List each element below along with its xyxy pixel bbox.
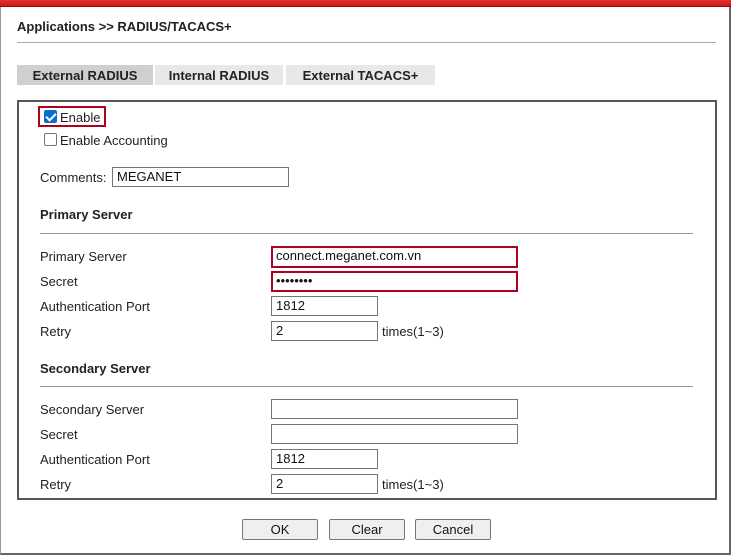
secondary-retry-label: Retry (40, 477, 72, 492)
secondary-server-section-title: Secondary Server (40, 361, 151, 376)
breadcrumb: Applications >> RADIUS/TACACS+ (17, 19, 232, 34)
secondary-secret-label: Secret (40, 427, 78, 442)
enable-accounting-checkbox[interactable] (44, 133, 57, 146)
comments-label: Comments: (40, 170, 107, 185)
primary-retry-label: Retry (40, 324, 72, 339)
top-accent-bar (0, 0, 731, 7)
secondary-server-input[interactable] (271, 399, 518, 419)
primary-secret-label: Secret (40, 274, 78, 289)
ok-button[interactable]: OK (242, 519, 318, 540)
clear-button[interactable]: Clear (329, 519, 405, 540)
enable-accounting-label: Enable Accounting (60, 133, 168, 148)
secondary-section-divider (40, 386, 693, 387)
tab-external-tacacs[interactable]: External TACACS+ (286, 65, 435, 85)
primary-server-input[interactable]: connect.meganet.com.vn (271, 246, 518, 268)
primary-server-section-title: Primary Server (40, 207, 133, 222)
primary-auth-port-input[interactable]: 1812 (271, 296, 378, 316)
primary-retry-input[interactable]: 2 (271, 321, 378, 341)
primary-server-label: Primary Server (40, 249, 127, 264)
primary-secret-input[interactable]: •••••••• (271, 271, 518, 292)
primary-retry-suffix: times(1~3) (382, 324, 444, 339)
secondary-auth-port-label: Authentication Port (40, 452, 150, 467)
title-divider (17, 42, 716, 43)
secondary-retry-input[interactable]: 2 (271, 474, 378, 494)
tab-internal-radius[interactable]: Internal RADIUS (155, 65, 283, 85)
enable-label: Enable (60, 110, 101, 125)
secondary-server-label: Secondary Server (40, 402, 145, 417)
primary-auth-port-label: Authentication Port (40, 299, 150, 314)
tab-external-radius[interactable]: External RADIUS (17, 65, 153, 85)
comments-input[interactable]: MEGANET (112, 167, 289, 187)
secondary-auth-port-input[interactable]: 1812 (271, 449, 378, 469)
secondary-retry-suffix: times(1~3) (382, 477, 444, 492)
secondary-secret-input[interactable] (271, 424, 518, 444)
enable-checkbox[interactable] (44, 110, 57, 123)
primary-section-divider (40, 233, 693, 234)
cancel-button[interactable]: Cancel (415, 519, 491, 540)
